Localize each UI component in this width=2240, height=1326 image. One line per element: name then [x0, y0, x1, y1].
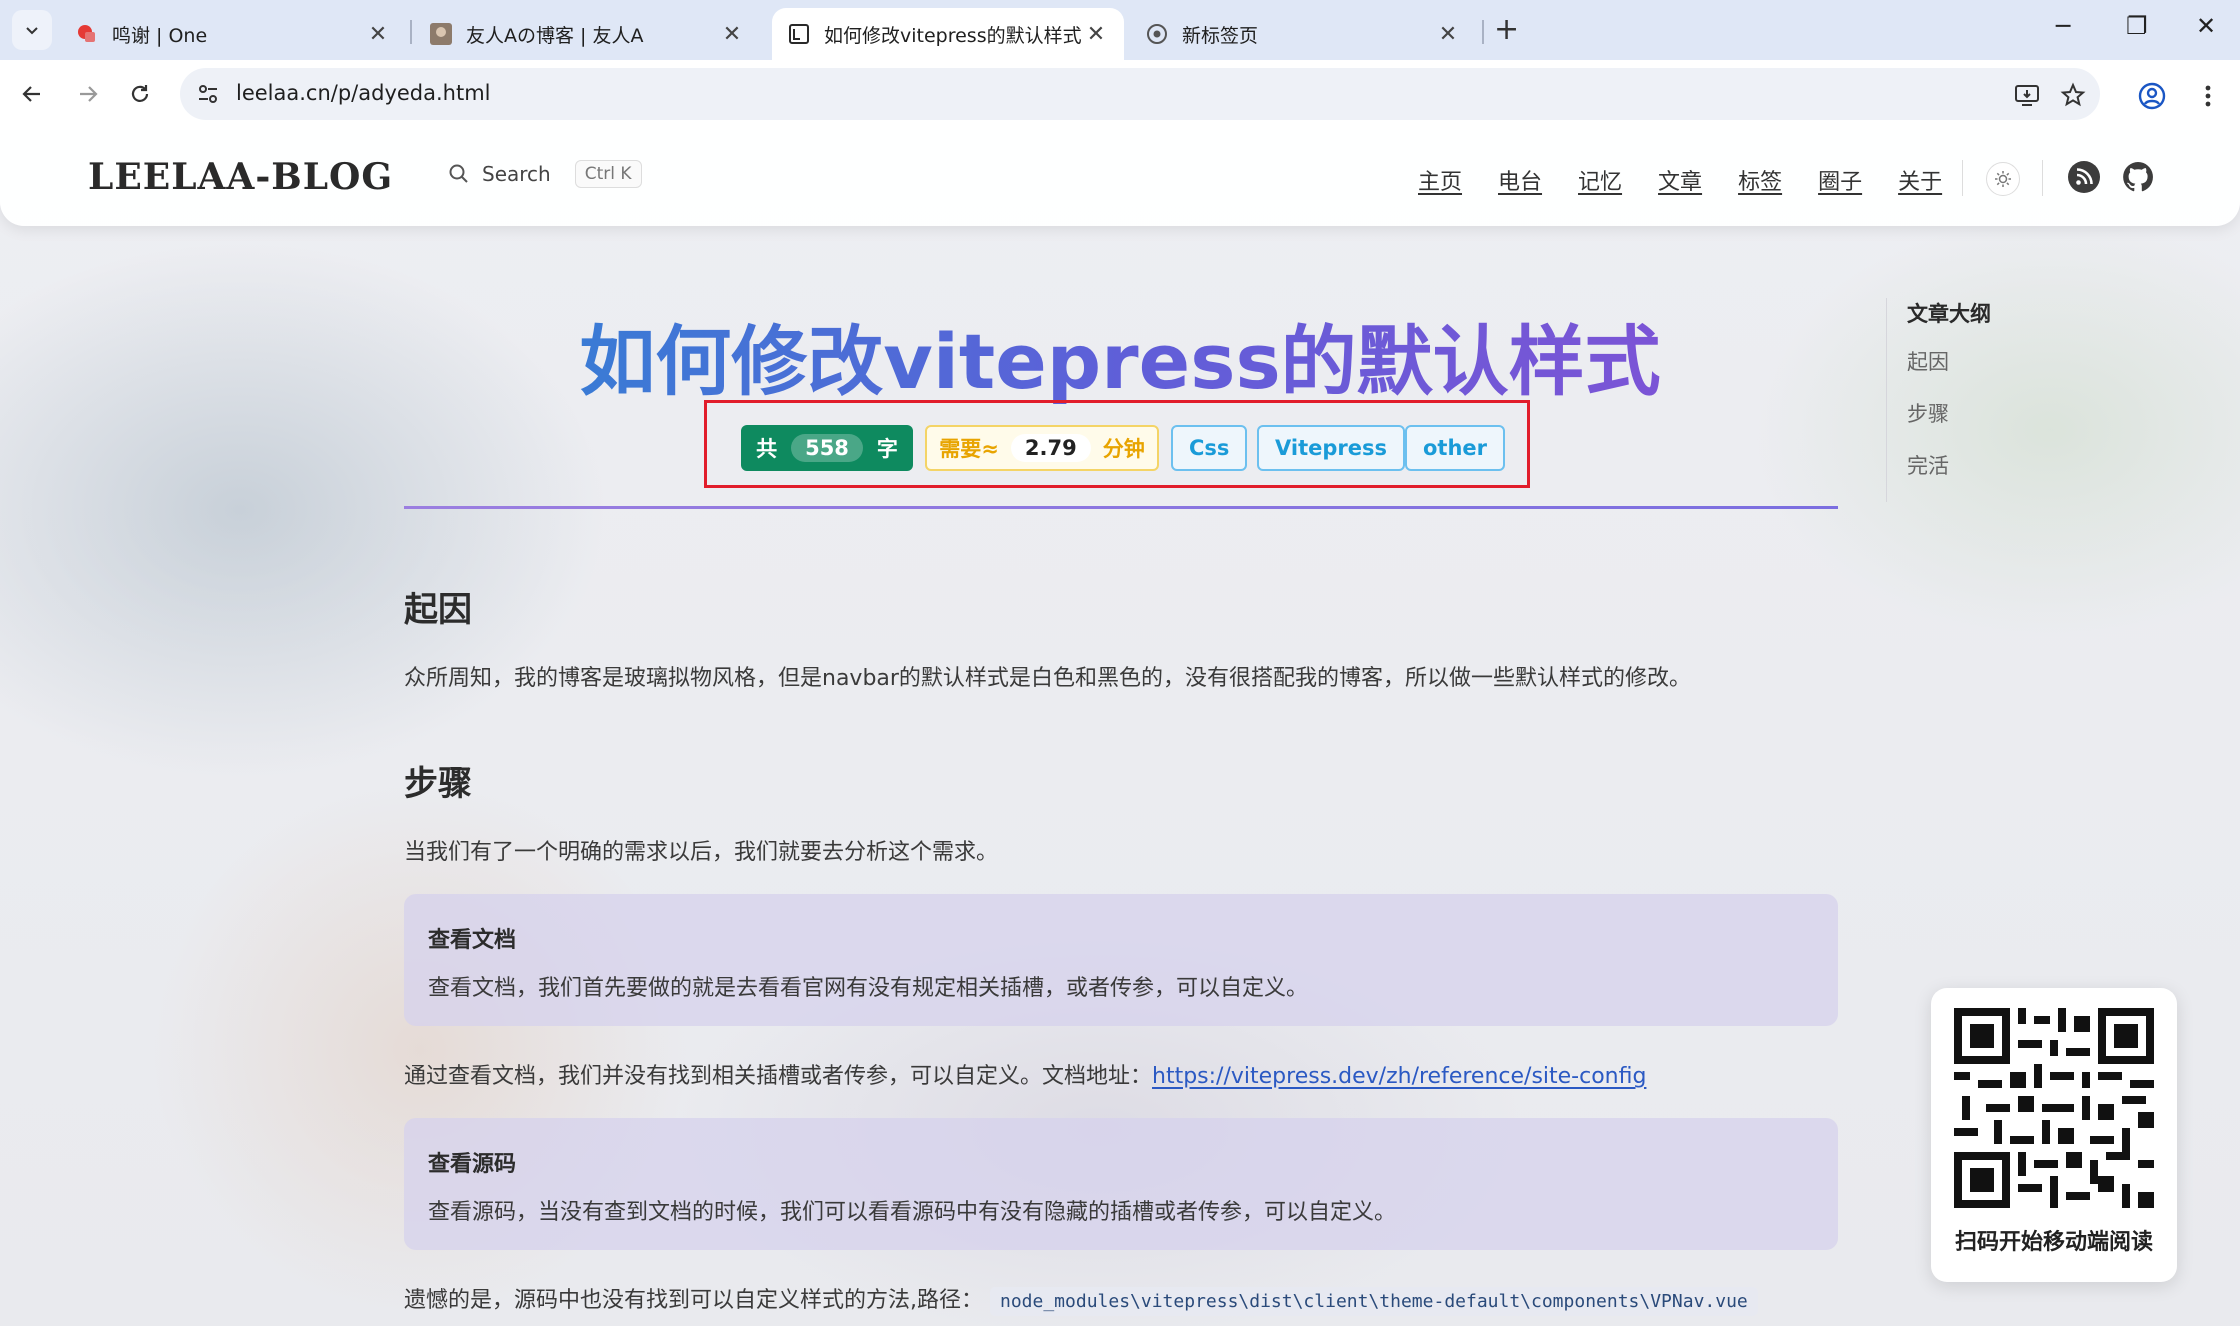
sun-icon — [1995, 171, 2011, 187]
tab-separator — [1482, 20, 1484, 44]
paragraph-steps: 当我们有了一个明确的需求以后，我们就要去分析这个需求。 — [404, 840, 999, 865]
close-tab-icon[interactable]: ✕ — [1436, 22, 1460, 47]
word-count-prefix: 共 — [756, 437, 778, 461]
callout-body: 查看文档，我们首先要做的就是去看看官网有没有规定相关插槽，或者传参，可以自定义。 — [428, 976, 1309, 1001]
arrow-left-icon — [22, 86, 40, 102]
qr-caption: 扫码开始移动端阅读 — [1954, 1230, 2153, 1255]
search-label: Search — [482, 162, 551, 186]
word-count-suffix: 字 — [876, 437, 898, 461]
close-tab-icon[interactable]: ✕ — [366, 22, 390, 47]
nav-link-circle[interactable]: 圈子 — [1818, 164, 1862, 196]
more-menu-icon[interactable] — [2196, 82, 2220, 110]
site-info-icon[interactable] — [196, 82, 220, 106]
tab-2[interactable]: 友人Aの博客 | 友人A ✕ — [414, 8, 760, 60]
back-button[interactable] — [14, 76, 50, 112]
nav-link-home[interactable]: 主页 — [1418, 164, 1462, 196]
minimize-icon[interactable]: ─ — [2056, 12, 2070, 40]
tab-search-button[interactable] — [12, 10, 52, 50]
callout-docs: 查看文档 查看文档，我们首先要做的就是去看看官网有没有规定相关插槽，或者传参，可… — [404, 894, 1838, 1026]
qr-code-image — [1954, 1008, 2154, 1208]
restore-icon[interactable]: ❐ — [2126, 12, 2148, 40]
search-button[interactable]: Search Ctrl K — [448, 160, 642, 188]
inline-code-path: node_modules\vitepress\dist\client\theme… — [990, 1287, 1758, 1316]
article-title-text: 如何修改vitepress的默认样式 — [579, 317, 1661, 406]
callout-body: 查看源码，当没有查到文档的时候，我们可以看看源码中有没有隐藏的插槽或者传参，可以… — [428, 1200, 1397, 1225]
search-icon — [449, 164, 468, 183]
site-navbar: LEELAA-BLOG Search Ctrl K 主页 电台 记忆 文章 标签… — [0, 130, 2240, 226]
nav-divider — [2042, 160, 2043, 196]
github-icon[interactable] — [2121, 160, 2155, 194]
arrow-right-icon — [80, 86, 98, 102]
reading-time-badge: 需要≈ 2.79 分钟 — [925, 425, 1159, 471]
nav-link-radio[interactable]: 电台 — [1498, 164, 1542, 196]
tag-css[interactable]: Css — [1171, 425, 1248, 471]
main-nav: 主页 电台 记忆 文章 标签 圈子 关于 — [1418, 164, 1978, 196]
toc-item-done[interactable]: 完活 — [1907, 450, 1991, 480]
reload-button[interactable] — [122, 76, 158, 112]
paragraph-docs: 通过查看文档，我们并没有找到相关插槽或者传参，可以自定义。文档地址：https:… — [404, 1058, 1646, 1090]
callout-title: 查看文档 — [428, 928, 517, 953]
new-tab-icon[interactable]: + — [1494, 12, 1519, 47]
site-logo[interactable]: LEELAA-BLOG — [88, 156, 393, 198]
tab-4[interactable]: 新标签页 ✕ — [1130, 8, 1476, 60]
site-favicon-icon — [78, 25, 95, 42]
close-tab-icon[interactable]: ✕ — [1084, 22, 1108, 47]
tag-other[interactable]: other — [1405, 425, 1506, 471]
title-divider — [404, 506, 1838, 509]
profile-icon[interactable] — [2138, 82, 2166, 110]
reading-time-value: 2.79 — [1010, 434, 1091, 462]
tab-title: 友人Aの博客 | 友人A — [466, 24, 644, 47]
avatar-favicon-icon — [430, 23, 452, 45]
qr-card: 扫码开始移动端阅读 — [1931, 988, 2177, 1282]
tab-title: 如何修改vitepress的默认样式 | — [824, 24, 1084, 47]
rss-icon[interactable] — [2067, 160, 2101, 194]
regret-text: 遗憾的是，源码中也没有找到可以自定义样式的方法,路径： — [404, 1288, 983, 1313]
install-app-icon[interactable] — [2014, 82, 2040, 108]
reading-time-prefix: 需要≈ — [939, 437, 999, 461]
heading-cause: 起因 — [404, 590, 472, 630]
close-window-icon[interactable]: ✕ — [2196, 12, 2216, 40]
toc-title: 文章大纲 — [1907, 302, 1991, 326]
bookmark-star-icon[interactable] — [2060, 82, 2086, 108]
callout-title: 查看源码 — [428, 1152, 517, 1177]
reading-time-suffix: 分钟 — [1102, 437, 1145, 461]
tab-1[interactable]: 鸣谢 | One ✕ — [60, 8, 406, 60]
word-count-value: 558 — [791, 434, 863, 462]
heading-steps: 步骤 — [404, 764, 472, 804]
toc-item-cause[interactable]: 起因 — [1907, 346, 1991, 376]
close-tab-icon[interactable]: ✕ — [720, 22, 744, 47]
url-text[interactable]: leelaa.cn/p/adyeda.html — [236, 81, 491, 105]
nav-link-tags[interactable]: 标签 — [1738, 164, 1782, 196]
omnibox[interactable]: leelaa.cn/p/adyeda.html — [180, 68, 2100, 120]
nav-divider — [1962, 160, 1963, 196]
tab-title: 鸣谢 | One — [112, 24, 208, 47]
table-of-contents: 文章大纲 起因 步骤 完活 — [1886, 298, 1991, 502]
paragraph-cause: 众所周知，我的博客是玻璃拟物风格，但是navbar的默认样式是白色和黑色的，没有… — [404, 666, 1691, 691]
nav-link-articles[interactable]: 文章 — [1658, 164, 1702, 196]
callout-source: 查看源码 查看源码，当没有查到文档的时候，我们可以看看源码中有没有隐藏的插槽或者… — [404, 1118, 1838, 1250]
toc-item-steps[interactable]: 步骤 — [1907, 398, 1991, 428]
word-count-badge: 共 558 字 — [741, 425, 913, 471]
search-shortcut: Ctrl K — [574, 160, 642, 188]
tab-3-active[interactable]: 如何修改vitepress的默认样式 | ✕ — [772, 8, 1124, 60]
page-content: LEELAA-BLOG Search Ctrl K 主页 电台 记忆 文章 标签… — [0, 130, 2240, 1326]
paragraph-regret: 遗憾的是，源码中也没有找到可以自定义样式的方法,路径： node_modules… — [404, 1282, 1758, 1316]
address-bar: leelaa.cn/p/adyeda.html — [0, 60, 2240, 130]
docs-link[interactable]: https://vitepress.dev/zh/reference/site-… — [1152, 1064, 1646, 1089]
reload-icon — [131, 85, 149, 102]
tag-vitepress[interactable]: Vitepress — [1257, 425, 1405, 471]
forward-button[interactable] — [70, 76, 106, 112]
browser-tab-bar: 鸣谢 | One ✕ 友人Aの博客 | 友人A ✕ 如何修改vitepress的… — [0, 0, 2240, 60]
doc-favicon-icon — [789, 24, 809, 44]
nav-link-about[interactable]: 关于 — [1898, 164, 1942, 196]
nav-link-memory[interactable]: 记忆 — [1578, 164, 1622, 196]
chevron-down-icon — [26, 27, 38, 35]
tab-separator — [410, 20, 412, 44]
docs-text: 通过查看文档，我们并没有找到相关插槽或者传参，可以自定义。文档地址： — [404, 1064, 1153, 1089]
theme-toggle-button[interactable] — [1986, 162, 2020, 196]
tab-title: 新标签页 — [1182, 24, 1259, 47]
chrome-icon — [1147, 24, 1167, 44]
